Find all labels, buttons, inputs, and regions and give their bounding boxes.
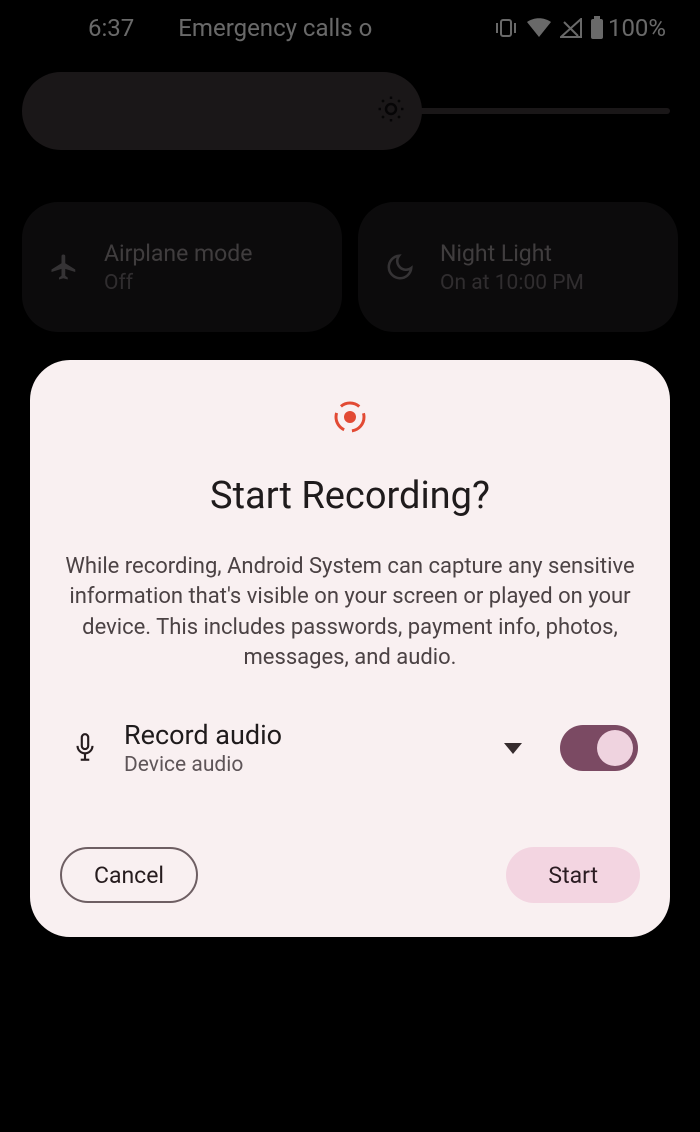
dialog-actions: Cancel Start (60, 847, 640, 903)
record-audio-subtitle: Device audio (124, 753, 482, 777)
quick-settings-panel: Airplane mode Off Night Light On at 10:0… (0, 62, 700, 332)
record-audio-title: Record audio (124, 719, 482, 751)
dialog-title: Start Recording? (60, 474, 640, 518)
mic-icon (68, 732, 102, 764)
qs-tile-airplane[interactable]: Airplane mode Off (22, 202, 342, 332)
qs-tile-status: Off (104, 271, 252, 295)
record-icon (60, 398, 640, 436)
vibrate-icon (494, 18, 518, 38)
battery-indicator: 100% (590, 14, 666, 42)
moon-icon (378, 252, 422, 282)
qs-tile-label: Night Light (440, 240, 584, 267)
status-icons: 100% (494, 14, 666, 42)
dialog-body: While recording, Android System can capt… (60, 552, 640, 673)
battery-icon (590, 16, 604, 40)
brightness-slider[interactable] (22, 72, 678, 150)
signal-icon (560, 18, 582, 38)
record-audio-toggle[interactable] (560, 725, 638, 771)
screen-record-dialog: Start Recording? While recording, Androi… (30, 360, 670, 937)
qs-tile-nightlight[interactable]: Night Light On at 10:00 PM (358, 202, 678, 332)
wifi-icon (526, 18, 552, 38)
toggle-knob (597, 730, 633, 766)
start-button[interactable]: Start (506, 847, 640, 903)
brightness-icon (376, 94, 406, 128)
chevron-down-icon[interactable] (504, 743, 522, 754)
cancel-button[interactable]: Cancel (60, 847, 198, 903)
battery-percent: 100% (608, 14, 666, 42)
airplane-icon (42, 252, 86, 282)
qs-tile-label: Airplane mode (104, 240, 252, 267)
status-center-text: Emergency calls o (134, 14, 494, 42)
status-bar: 6:37 Emergency calls o 100% (0, 0, 700, 56)
brightness-fill (22, 72, 422, 150)
status-time: 6:37 (88, 14, 134, 42)
record-audio-row[interactable]: Record audio Device audio (60, 713, 640, 783)
qs-tile-status: On at 10:00 PM (440, 271, 584, 295)
